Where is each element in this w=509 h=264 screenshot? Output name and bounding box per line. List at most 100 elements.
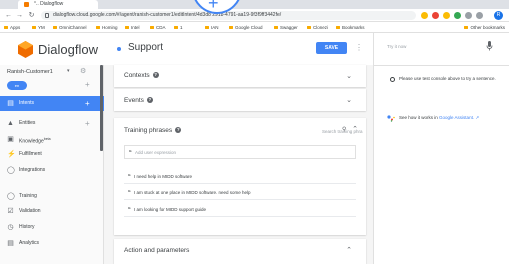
save-button[interactable]: SAVE xyxy=(316,42,347,54)
events-section[interactable]: Events? ⌄ xyxy=(114,89,366,111)
extension-menu-icon[interactable] xyxy=(476,12,483,19)
browser-tab-title: °.. Dialogflow xyxy=(34,1,64,7)
chevron-down-icon[interactable]: ⌄ xyxy=(346,96,352,104)
sidebar-item-analytics[interactable]: ▤ Analytics xyxy=(0,236,104,251)
extension-green-icon[interactable] xyxy=(454,12,461,19)
agent-name[interactable]: Ranish-Customer1 xyxy=(7,69,53,75)
add-user-expression-field[interactable]: “Add user expression xyxy=(124,145,356,159)
star-icon[interactable] xyxy=(421,12,428,19)
bookmark-other[interactable]: Other bookmarks xyxy=(464,22,505,32)
browser-tab-strip: °.. Dialogflow xyxy=(0,0,509,9)
sidebar-item-history[interactable]: ◷ History xyxy=(0,220,104,235)
sidebar-item-training[interactable]: ◯ Training xyxy=(0,189,104,204)
beta-badge: beta xyxy=(43,137,51,141)
add-entity-icon[interactable]: + xyxy=(85,116,90,131)
url-field[interactable]: dialogflow.cloud.google.com/#/agent/rani… xyxy=(41,11,416,20)
bookmark-ym[interactable]: YM xyxy=(32,22,45,32)
address-bar-row: ← → ↻ dialogflow.cloud.google.com/#/agen… xyxy=(0,9,509,22)
add-language-icon[interactable]: + xyxy=(85,80,90,90)
sidebar-item-fulfillment[interactable]: ⚡ Fulfillment xyxy=(0,147,104,162)
gear-icon[interactable]: ⚙ xyxy=(80,67,86,75)
bookmark-1[interactable]: 1 xyxy=(174,22,183,32)
sidebar-item-label: Fulfillment xyxy=(19,151,42,157)
sidebar-item-entities[interactable]: ▲ Entities + xyxy=(0,116,104,131)
chevron-down-icon[interactable]: ⌄ xyxy=(346,72,352,80)
help-icon[interactable]: ? xyxy=(152,72,159,79)
sidebar-item-label: Knowledge xyxy=(19,138,44,145)
contexts-title: Contexts xyxy=(124,72,150,79)
bookmark-bookmarks[interactable]: Bookmarks xyxy=(336,22,365,32)
try-it-underline xyxy=(374,65,509,66)
sidebar-item-label: Training xyxy=(19,193,37,199)
bookmark-clonezi[interactable]: Clonezi xyxy=(307,22,328,32)
sidebar-item-knowledge[interactable]: ▣ Knowledgebeta xyxy=(0,132,104,147)
extension-yellow-icon[interactable] xyxy=(443,12,450,19)
quote-icon: “ xyxy=(128,190,131,196)
quote-icon: “ xyxy=(128,207,131,213)
chevron-up-icon[interactable]: ⌃ xyxy=(352,125,358,133)
try-it-panel: Try it now Please use test console above… xyxy=(374,33,509,264)
browser-tab[interactable]: °.. Dialogflow xyxy=(18,0,98,9)
microphone-icon[interactable] xyxy=(486,41,493,51)
extension-red-icon[interactable] xyxy=(432,12,439,19)
quote-icon: “ xyxy=(128,174,131,180)
intent-status-dot xyxy=(117,47,121,51)
bookmark-homing[interactable]: Homing xyxy=(96,22,118,32)
sidebar-item-label: Validation xyxy=(19,208,41,214)
sidebar-item-label: Integrations xyxy=(19,167,46,173)
sidebar-item-intents[interactable]: ▤ Intents + xyxy=(0,96,104,111)
events-title: Events xyxy=(124,97,144,104)
profile-avatar[interactable]: R xyxy=(494,11,503,20)
validation-icon: ☑ xyxy=(7,208,14,215)
forward-arrow-icon[interactable]: → xyxy=(15,11,24,20)
contexts-section[interactable]: Contexts? ⌄ xyxy=(114,65,366,87)
history-icon: ◷ xyxy=(7,224,14,231)
back-arrow-icon[interactable]: ← xyxy=(4,11,13,20)
language-chip[interactable]: en xyxy=(7,81,27,90)
sidebar-item-label: Analytics xyxy=(19,240,40,246)
plus-icon[interactable]: + xyxy=(208,0,219,12)
reload-icon[interactable]: ↻ xyxy=(27,11,36,20)
training-phrases-section: Training phrases? Search training phra ⚲… xyxy=(114,118,366,235)
more-vert-icon[interactable]: ⋮ xyxy=(355,41,363,55)
chevron-down-icon[interactable]: ▾ xyxy=(67,68,70,74)
lock-icon xyxy=(45,13,49,18)
bookmark-apps[interactable]: Apps xyxy=(4,22,20,32)
extension-grey-icon[interactable] xyxy=(465,12,472,19)
help-icon[interactable]: ? xyxy=(175,127,182,134)
help-icon[interactable]: ? xyxy=(146,97,153,104)
bookmark-ian[interactable]: IAN xyxy=(205,22,219,32)
training-phrase-row[interactable]: “I am stuck at one place in MIDD softwar… xyxy=(124,186,356,200)
bookmark-cda[interactable]: CDA xyxy=(150,22,166,32)
analytics-icon: ▤ xyxy=(7,240,14,247)
google-assistant-link[interactable]: Google Assistant. xyxy=(439,115,474,120)
sidebar-item-validation[interactable]: ☑ Validation xyxy=(0,204,104,219)
add-expression-placeholder: Add user expression xyxy=(135,150,177,155)
bookmark-intel[interactable]: Intel xyxy=(125,22,140,32)
sidebar-item-label: Entities xyxy=(19,120,36,126)
app-logo-text: Dialogflow xyxy=(38,42,98,57)
sidebar-scrollbar[interactable] xyxy=(100,65,103,151)
intent-title[interactable]: Support xyxy=(128,42,163,53)
entities-icon: ▲ xyxy=(7,120,14,127)
bookmark-swagger[interactable]: Swagger xyxy=(274,22,298,32)
dialogflow-logo-icon xyxy=(18,41,33,58)
bookmark-google-cloud[interactable]: Google Cloud xyxy=(229,22,263,32)
action-parameters-section[interactable]: Action and parameters ⌃ xyxy=(114,239,366,264)
training-phrase-text: I need help in MIDD software xyxy=(134,174,193,179)
knowledge-icon: ▣ xyxy=(7,136,14,143)
search-icon[interactable]: ⚲ xyxy=(342,126,346,133)
chevron-up-icon[interactable]: ⌃ xyxy=(346,246,352,254)
open-in-new-icon[interactable]: ↗ xyxy=(475,115,479,120)
chat-bubble-icon: ▤ xyxy=(7,100,14,107)
bookmark-omnichannel[interactable]: OmniChannel xyxy=(53,22,87,32)
try-it-info-text: Please use test console above to try a s… xyxy=(399,76,496,81)
training-phrase-row[interactable]: “I need help in MIDD software xyxy=(124,170,356,184)
try-it-input[interactable]: Try it now xyxy=(387,44,406,49)
training-icon: ◯ xyxy=(7,193,15,200)
add-intent-icon[interactable]: + xyxy=(85,96,90,111)
sidebar: Ranish-Customer1 ▾ ⚙ en + ▤ Intents + ▲ … xyxy=(0,65,104,264)
sidebar-item-integrations[interactable]: ◯ Integrations xyxy=(0,163,104,178)
dialogflow-favicon-icon xyxy=(24,2,29,7)
training-phrase-row[interactable]: “I am looking for MIDD support guide xyxy=(124,203,356,217)
